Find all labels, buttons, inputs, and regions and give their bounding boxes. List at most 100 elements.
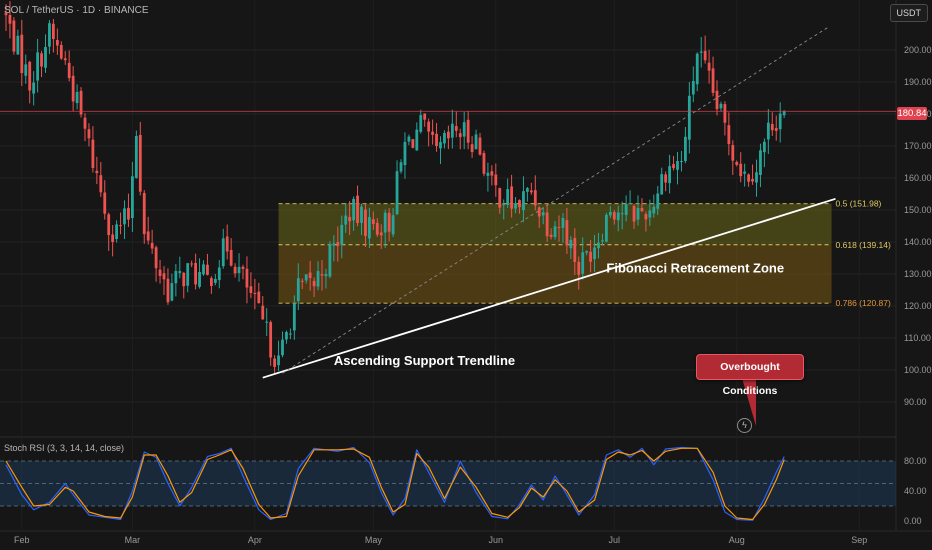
time-tick-label: Feb: [14, 535, 30, 545]
candle-body: [478, 137, 482, 155]
candle-body: [636, 207, 640, 220]
price-tick-label: 160.00: [904, 173, 932, 183]
candle-body: [332, 243, 336, 246]
candle-body: [44, 46, 47, 68]
candle-body: [466, 119, 470, 143]
candle-body: [494, 174, 498, 186]
candle-body: [127, 207, 130, 220]
candle-body: [695, 53, 699, 85]
candle-body: [640, 207, 644, 212]
candle-body: [115, 224, 118, 239]
candle-body: [474, 134, 478, 150]
candle-body: [439, 142, 442, 149]
candle-body: [601, 240, 604, 242]
candle-body: [431, 131, 434, 135]
candle-body: [225, 236, 229, 252]
candle-body: [502, 204, 506, 206]
candle-body: [510, 186, 513, 209]
candle-body: [770, 124, 774, 131]
candle-body: [411, 139, 415, 148]
candle-body: [55, 40, 59, 46]
candle-body: [632, 205, 636, 222]
candle-body: [565, 220, 569, 246]
candle-body: [292, 303, 296, 331]
candle-body: [107, 214, 111, 236]
candle-body: [458, 133, 462, 138]
candle-body: [644, 214, 648, 220]
candle-body: [699, 51, 703, 53]
candle-body: [285, 332, 288, 340]
candle-body: [687, 95, 691, 140]
candle-body: [462, 122, 466, 137]
candle-body: [541, 212, 545, 216]
candle-body: [273, 358, 276, 367]
candle-body: [751, 178, 754, 182]
candle-body: [423, 113, 427, 120]
candle-body: [249, 286, 253, 293]
candle-body: [447, 131, 450, 139]
price-tick-label: 120.00: [904, 301, 932, 311]
candle-body: [324, 274, 328, 277]
candle-body: [138, 134, 142, 192]
candle-body: [320, 274, 324, 276]
price-tick-label: 140.00: [904, 237, 932, 247]
candle-body: [549, 234, 553, 238]
candle-body: [119, 225, 122, 227]
candle-body: [703, 50, 707, 61]
candle-body: [739, 163, 743, 177]
candle-body: [328, 244, 332, 277]
candle-body: [616, 212, 620, 221]
candle-body: [490, 171, 494, 176]
candle-body: [755, 172, 758, 183]
candle-body: [506, 189, 510, 205]
candle-body: [735, 161, 739, 165]
lightning-icon[interactable]: ϟ: [737, 418, 752, 433]
candle-body: [569, 239, 573, 249]
candle-body: [316, 271, 320, 287]
price-tick-label: 110.00: [904, 333, 931, 343]
candle-body: [371, 219, 375, 224]
candle-body: [269, 322, 273, 358]
candle-body: [743, 171, 747, 174]
candle-body: [782, 111, 786, 116]
candle-body: [427, 121, 431, 132]
time-tick-label: May: [365, 535, 383, 545]
candle-body: [624, 204, 628, 216]
overbought-callout: Overbought Conditions: [696, 354, 804, 397]
candle-body: [304, 274, 308, 281]
candle-body: [340, 224, 344, 245]
stoch-tick-label: 0.00: [904, 516, 922, 526]
chart-svg[interactable]: 200.00190.00180.00170.00160.00150.00140.…: [0, 0, 932, 550]
candle-body: [763, 141, 766, 153]
candle-body: [360, 206, 363, 223]
candle-body: [518, 200, 521, 208]
candle-body: [399, 162, 403, 172]
candle-body: [680, 161, 683, 163]
candle-body: [194, 263, 197, 285]
candle-body: [202, 264, 205, 275]
candle-body: [486, 172, 490, 176]
candle-body: [589, 251, 592, 262]
candle-body: [95, 170, 99, 174]
currency-button[interactable]: USDT: [889, 4, 928, 22]
candle-body: [166, 278, 170, 303]
candle-body: [352, 198, 355, 221]
candle-body: [348, 216, 352, 222]
candle-body: [312, 280, 316, 287]
candle-body: [727, 125, 731, 145]
candle-body: [265, 321, 269, 323]
oscillator-title: Stoch RSI (3, 3, 14, 14, close): [4, 443, 125, 453]
candle-body: [146, 231, 150, 241]
candle-body: [300, 280, 304, 282]
candle-body: [715, 90, 719, 110]
candle-body: [210, 278, 213, 286]
candle-body: [20, 34, 24, 73]
candle-body: [174, 270, 178, 284]
candle-body: [443, 132, 446, 144]
price-tick-label: 200.00: [904, 45, 932, 55]
time-tick-label: Sep: [851, 535, 867, 545]
candle-body: [261, 305, 265, 320]
candle-body: [482, 153, 486, 174]
candle-body: [684, 136, 687, 161]
candle-body: [111, 234, 115, 243]
